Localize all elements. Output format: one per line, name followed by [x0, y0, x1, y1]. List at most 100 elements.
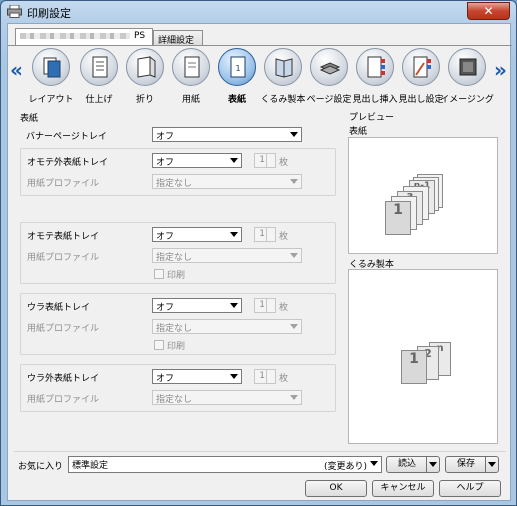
front-count-stepper[interactable]: 1	[254, 227, 276, 242]
front-outer-profile-select[interactable]: 指定なし	[152, 174, 302, 189]
back-outer-count-value: 1	[259, 371, 265, 381]
back-count-stepper[interactable]: 1	[254, 298, 276, 313]
back-cover-group: ウラ表紙トレイ オフ 1 枚 用紙プロファイル 指定なし 印刷	[20, 293, 336, 355]
chevron-down-icon	[290, 132, 298, 137]
front-outer-count-value: 1	[259, 155, 265, 165]
cancel-button[interactable]: キャンセル	[372, 480, 434, 497]
front-profile-label: 用紙プロファイル	[27, 253, 100, 263]
back-outer-count-stepper[interactable]: 1	[254, 369, 276, 384]
back-unit: 枚	[279, 303, 289, 313]
layout-icon	[32, 48, 70, 86]
chevron-down-icon	[290, 324, 298, 329]
favorites-value: 標準設定	[72, 461, 109, 471]
back-profile-select[interactable]: 指定なし	[152, 319, 302, 334]
tab-divider	[8, 45, 512, 46]
front-tray-value: オフ	[156, 232, 175, 242]
favorites-select[interactable]: 標準設定 (変更あり)	[68, 456, 382, 473]
front-print-label: 印刷	[167, 271, 186, 281]
finishing-icon	[80, 48, 118, 86]
back-outer-cover-group: ウラ外表紙トレイ オフ 1 枚 用紙プロファイル 指定なし	[20, 364, 336, 412]
preview-title: プレビュー	[349, 113, 395, 123]
banner-tray-select[interactable]: オフ	[152, 127, 302, 142]
front-tray-label: オモテ表紙トレイ	[27, 232, 100, 242]
tab-advanced[interactable]: 詳細設定	[153, 30, 203, 46]
front-outer-tray-label: オモテ外表紙トレイ	[27, 158, 109, 168]
chevron-down-icon	[290, 253, 298, 258]
chevron-down-icon	[230, 303, 238, 308]
imaging-icon	[448, 48, 486, 86]
printer-name-blurred	[20, 32, 130, 39]
back-count-value: 1	[259, 300, 265, 310]
perfect-binding-icon	[264, 48, 302, 86]
stepper-down-icon[interactable]	[266, 305, 275, 312]
scroll-right-button[interactable]: »	[494, 58, 507, 82]
back-outer-profile-select[interactable]: 指定なし	[152, 390, 302, 405]
favorites-label: お気に入り	[18, 462, 64, 472]
divider	[14, 451, 506, 452]
chevron-down-icon[interactable]	[426, 457, 439, 472]
cover-settings-panel: 表紙 バナーページトレイ オフ オモテ外表紙トレイ オフ 1 枚 用紙プロファイ…	[14, 110, 342, 448]
chevron-down-icon	[290, 179, 298, 184]
function-imaging[interactable]: イメージング	[440, 48, 494, 106]
fold-icon	[126, 48, 164, 86]
front-outer-profile-label: 用紙プロファイル	[27, 179, 100, 189]
chevron-down-icon	[230, 232, 238, 237]
preview-page-number: 1	[393, 202, 403, 218]
back-outer-tray-select[interactable]: オフ	[152, 369, 242, 384]
scroll-left-button[interactable]: «	[10, 58, 23, 82]
front-outer-unit: 枚	[279, 158, 289, 168]
back-tray-select[interactable]: オフ	[152, 298, 242, 313]
front-outer-tray-select[interactable]: オフ	[152, 153, 242, 168]
back-tray-label: ウラ表紙トレイ	[27, 303, 91, 313]
front-tray-select[interactable]: オフ	[152, 227, 242, 242]
function-layout[interactable]: レイアウト	[28, 48, 74, 106]
preview-binding-box: n 2 1	[348, 269, 498, 444]
chevron-down-icon[interactable]	[485, 457, 498, 472]
print-settings-window: 印刷設定 ✕ PS 詳細設定 « » レイアウト 仕上げ 折り 用紙 1 表紙 …	[0, 0, 517, 506]
dialog-body: PS 詳細設定 « » レイアウト 仕上げ 折り 用紙 1 表紙 くるみ製本 ペ…	[7, 23, 512, 501]
banner-tray-value: オフ	[156, 132, 175, 142]
save-button-label: 保存	[456, 459, 475, 469]
preview-cover-box: n-1 3 1	[348, 137, 498, 254]
title-bar: 印刷設定 ✕	[1, 1, 516, 23]
front-profile-value: 指定なし	[156, 253, 193, 263]
chevron-down-icon	[370, 461, 378, 466]
front-outer-cover-group: オモテ外表紙トレイ オフ 1 枚 用紙プロファイル 指定なし	[20, 148, 336, 196]
function-imaging-label: イメージング	[440, 95, 494, 105]
front-print-checkbox[interactable]	[154, 269, 164, 279]
front-outer-profile-value: 指定なし	[156, 179, 193, 189]
chevron-down-icon	[290, 395, 298, 400]
favorites-status: (変更あり)	[323, 462, 367, 472]
tab-insert-icon	[356, 48, 394, 86]
tab-setting-icon	[402, 48, 440, 86]
back-outer-tray-label: ウラ外表紙トレイ	[27, 374, 100, 384]
front-count-value: 1	[259, 229, 265, 239]
ok-button[interactable]: OK	[305, 480, 367, 497]
load-button[interactable]: 読込	[386, 456, 440, 473]
help-button[interactable]: ヘルプ	[439, 480, 501, 497]
back-print-checkbox[interactable]	[154, 340, 164, 350]
preview-page-number: 1	[409, 351, 419, 367]
back-profile-value: 指定なし	[156, 324, 193, 334]
back-print-label: 印刷	[167, 342, 186, 352]
back-outer-profile-label: 用紙プロファイル	[27, 395, 100, 405]
back-profile-label: 用紙プロファイル	[27, 324, 100, 334]
chevron-down-icon	[230, 374, 238, 379]
front-unit: 枚	[279, 232, 289, 242]
front-outer-count-stepper[interactable]: 1	[254, 153, 276, 168]
tab-ps-label: PS	[134, 31, 146, 41]
close-button[interactable]: ✕	[467, 2, 510, 20]
back-outer-tray-value: オフ	[156, 374, 175, 384]
stepper-down-icon[interactable]	[266, 160, 275, 167]
stepper-down-icon[interactable]	[266, 234, 275, 241]
save-button[interactable]: 保存	[445, 456, 499, 473]
stepper-down-icon[interactable]	[266, 376, 275, 383]
preview-page: 1	[385, 201, 411, 235]
load-button-label: 読込	[397, 459, 416, 469]
back-outer-profile-value: 指定なし	[156, 395, 193, 405]
tab-ps[interactable]: PS	[15, 28, 153, 46]
front-profile-select[interactable]: 指定なし	[152, 248, 302, 263]
svg-text:1: 1	[235, 64, 240, 73]
banner-tray-label: バナーページトレイ	[26, 132, 107, 142]
chevron-down-icon	[230, 158, 238, 163]
